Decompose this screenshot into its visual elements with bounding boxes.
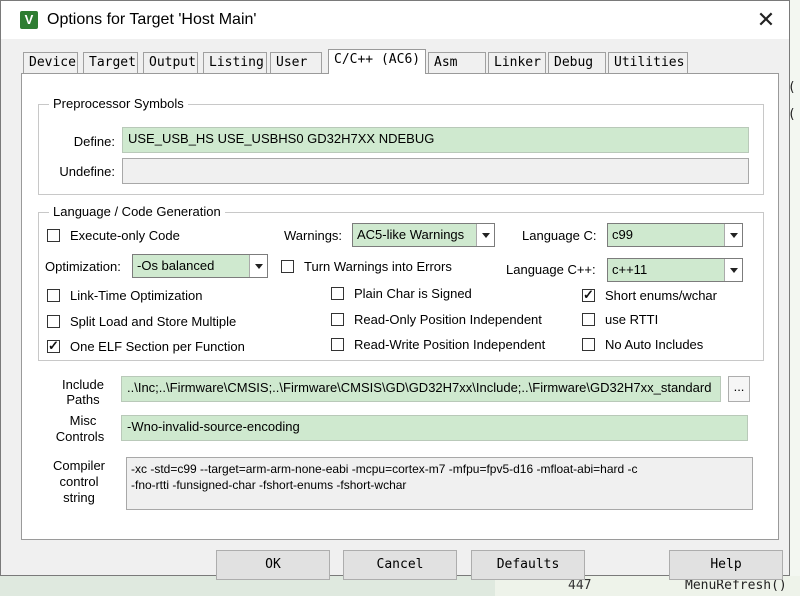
tab-linker[interactable]: Linker bbox=[488, 52, 546, 73]
misc-controls-field[interactable]: -Wno-invalid-source-encoding bbox=[121, 415, 748, 441]
rtti-checkbox[interactable]: use RTTI bbox=[582, 312, 658, 327]
tab-c-cpp[interactable]: C/C++ (AC6) bbox=[328, 49, 426, 74]
rw-pi-checkbox[interactable]: Read-Write Position Independent bbox=[331, 337, 545, 352]
turn-warnings-checkbox[interactable]: Turn Warnings into Errors bbox=[281, 259, 452, 274]
undefine-field[interactable] bbox=[122, 158, 749, 184]
help-button[interactable]: Help bbox=[669, 550, 783, 580]
ro-pi-checkbox[interactable]: Read-Only Position Independent bbox=[331, 312, 542, 327]
group-title: Language / Code Generation bbox=[49, 204, 225, 219]
language-cpp-select[interactable]: c++11 bbox=[607, 258, 743, 282]
execute-only-checkbox[interactable]: Execute-only Code bbox=[47, 228, 180, 243]
tab-listing[interactable]: Listing bbox=[203, 52, 267, 73]
checkbox-box[interactable] bbox=[281, 260, 294, 273]
language-c-select[interactable]: c99 bbox=[607, 223, 743, 247]
chevron-down-icon[interactable] bbox=[724, 224, 742, 246]
checkbox-box[interactable] bbox=[47, 289, 60, 302]
tab-output[interactable]: Output bbox=[143, 52, 198, 73]
one-elf-checkbox[interactable]: One ELF Section per Function bbox=[47, 338, 245, 354]
checkbox-box[interactable] bbox=[582, 313, 595, 326]
plain-char-checkbox[interactable]: Plain Char is Signed bbox=[331, 286, 472, 301]
line-number: 447 bbox=[568, 578, 592, 593]
defaults-button[interactable]: Defaults bbox=[471, 550, 585, 580]
tab-debug[interactable]: Debug bbox=[548, 52, 606, 73]
warnings-select[interactable]: AC5-like Warnings bbox=[352, 223, 495, 247]
misc-label: Misc bbox=[69, 413, 97, 428]
browse-button[interactable]: ... bbox=[728, 376, 750, 402]
tab-panel: Preprocessor Symbols Define: USE_USB_HS … bbox=[21, 73, 779, 540]
chevron-down-icon[interactable] bbox=[476, 224, 494, 246]
language-group: Language / Code Generation Execute-only … bbox=[38, 204, 764, 361]
checkbox-box[interactable] bbox=[331, 338, 344, 351]
window-title: Options for Target 'Host Main' bbox=[47, 11, 257, 28]
group-title: Preprocessor Symbols bbox=[49, 96, 188, 111]
define-label: Define: bbox=[73, 134, 115, 149]
compiler-label: Compiler bbox=[52, 458, 105, 473]
split-load-checkbox[interactable]: Split Load and Store Multiple bbox=[47, 314, 236, 329]
checkbox-box[interactable] bbox=[47, 229, 60, 242]
keil-app-icon: V bbox=[20, 11, 38, 29]
include-paths-field[interactable]: ..\Inc;..\Firmware\CMSIS;..\Firmware\CMS… bbox=[121, 376, 721, 402]
optimization-label: Optimization: bbox=[45, 259, 121, 274]
short-enums-checkbox[interactable]: Short enums/wchar bbox=[582, 287, 717, 303]
close-icon[interactable]: ✕ bbox=[751, 5, 781, 35]
tab-device[interactable]: Device bbox=[23, 52, 78, 73]
include-label: Paths bbox=[66, 392, 100, 407]
warnings-label: Warnings: bbox=[284, 228, 343, 243]
checkbox-box[interactable] bbox=[47, 338, 60, 354]
misc-label: Controls bbox=[55, 429, 105, 444]
code-fragment: MenuRefresh() bbox=[685, 578, 787, 593]
title-bar: V Options for Target 'Host Main' ✕ bbox=[1, 1, 789, 39]
checkbox-box[interactable] bbox=[582, 287, 595, 303]
cancel-button[interactable]: Cancel bbox=[343, 550, 457, 580]
chevron-down-icon[interactable] bbox=[249, 255, 267, 277]
include-label: Include bbox=[62, 377, 104, 392]
tab-user[interactable]: User bbox=[270, 52, 322, 73]
ok-button[interactable]: OK bbox=[216, 550, 330, 580]
checkbox-box[interactable] bbox=[331, 287, 344, 300]
checkbox-box[interactable] bbox=[47, 315, 60, 328]
chevron-down-icon[interactable] bbox=[724, 259, 742, 281]
no-auto-includes-checkbox[interactable]: No Auto Includes bbox=[582, 337, 703, 352]
undefine-label: Undefine: bbox=[59, 164, 115, 179]
define-field[interactable]: USE_USB_HS USE_USBHS0 GD32H7XX NDEBUG bbox=[122, 127, 749, 153]
tab-target[interactable]: Target bbox=[83, 52, 138, 73]
language-cpp-label: Language C++: bbox=[506, 262, 596, 277]
compiler-label: control bbox=[59, 474, 99, 489]
checkbox-box[interactable] bbox=[582, 338, 595, 351]
language-c-label: Language C: bbox=[522, 228, 597, 243]
tab-utilities[interactable]: Utilities bbox=[608, 52, 688, 73]
compiler-string-line: -xc -std=c99 --target=arm-arm-none-eabi … bbox=[131, 462, 638, 476]
checkbox-box[interactable] bbox=[331, 313, 344, 326]
compiler-string-line: -fno-rtti -funsigned-char -fshort-enums … bbox=[131, 478, 407, 492]
compiler-label: string bbox=[63, 490, 95, 505]
tab-asm[interactable]: Asm bbox=[428, 52, 486, 73]
compiler-control-string: -xc -std=c99 --target=arm-arm-none-eabi … bbox=[126, 457, 753, 510]
options-dialog: V Options for Target 'Host Main' ✕ Devic… bbox=[0, 0, 790, 580]
preprocessor-group: Preprocessor Symbols Define: USE_USB_HS … bbox=[38, 96, 764, 195]
optimization-select[interactable]: -Os balanced bbox=[132, 254, 268, 278]
lto-checkbox[interactable]: Link-Time Optimization bbox=[47, 288, 202, 303]
